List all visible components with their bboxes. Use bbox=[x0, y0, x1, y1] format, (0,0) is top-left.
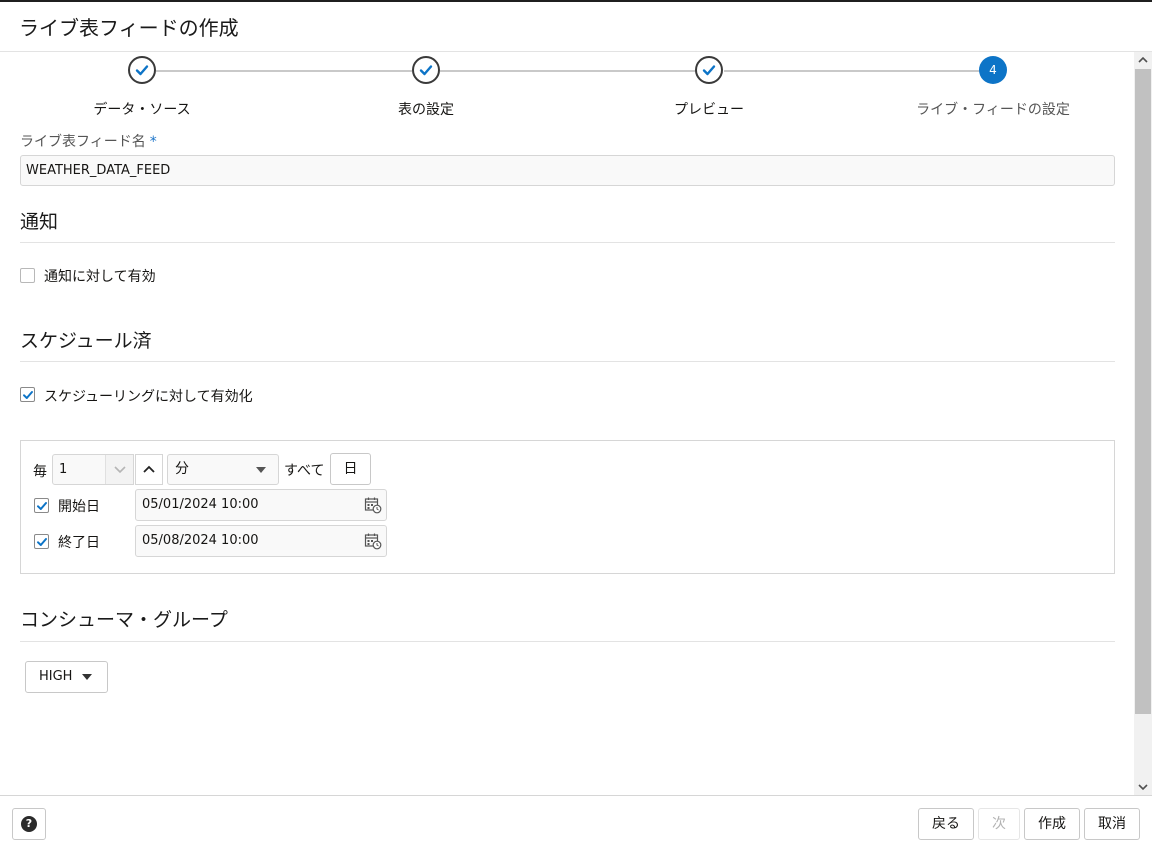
increment-button[interactable] bbox=[135, 454, 163, 485]
end-date-value: 05/08/2024 10:00 bbox=[142, 533, 259, 548]
notification-heading: 通知 bbox=[20, 211, 59, 233]
create-button[interactable]: 作成 bbox=[1024, 808, 1080, 840]
start-date-value: 05/01/2024 10:00 bbox=[142, 497, 259, 512]
check-icon bbox=[23, 391, 33, 399]
train-connector bbox=[724, 70, 980, 72]
calendar-icon[interactable] bbox=[364, 496, 382, 514]
window-top-border bbox=[0, 0, 1152, 2]
enable-scheduling-label[interactable]: スケジューリングに対して有効化 bbox=[44, 386, 253, 406]
train-connector bbox=[156, 70, 412, 72]
dialog-title: ライブ表フィードの作成 bbox=[19, 16, 239, 40]
train-step-label[interactable]: データ・ソース bbox=[32, 99, 252, 119]
consumer-group-value: HIGH bbox=[39, 669, 73, 684]
train-step-1[interactable] bbox=[128, 56, 156, 84]
required-marker: * bbox=[149, 134, 157, 150]
train-connector bbox=[440, 70, 696, 72]
check-icon bbox=[37, 502, 47, 510]
calendar-icon[interactable] bbox=[364, 532, 382, 550]
check-icon bbox=[419, 65, 433, 76]
consumer-group-heading: コンシューマ・グループ bbox=[20, 609, 228, 631]
check-icon bbox=[37, 538, 47, 546]
chevron-down-icon bbox=[113, 466, 126, 474]
check-icon bbox=[135, 65, 149, 76]
interval-unit-value: 分 bbox=[175, 461, 189, 477]
cancel-button[interactable]: 取消 bbox=[1084, 808, 1140, 840]
schedule-panel: 毎 1 分 すべて 日 開始日 05/01/2024 10:00 終了日 05/… bbox=[20, 440, 1115, 574]
footer-divider bbox=[0, 795, 1152, 796]
train-step-label[interactable]: ライブ・フィードの設定 bbox=[883, 99, 1103, 119]
feed-name-label: ライブ表フィード名 * bbox=[20, 131, 157, 151]
decrement-button[interactable] bbox=[105, 455, 133, 484]
chevron-down-icon bbox=[1138, 784, 1148, 791]
consumer-group-select[interactable]: HIGH bbox=[25, 661, 108, 693]
dialog-content: 4 データ・ソース 表の設定 プレビュー ライブ・フィードの設定 ライブ表フィー… bbox=[0, 52, 1134, 795]
section-divider bbox=[20, 641, 1115, 642]
caret-down-icon bbox=[82, 674, 92, 680]
scroll-up-button[interactable] bbox=[1134, 52, 1152, 69]
schedule-heading: スケジュール済 bbox=[20, 330, 152, 352]
end-date-input[interactable]: 05/08/2024 10:00 bbox=[135, 525, 387, 557]
feed-name-label-text: ライブ表フィード名 bbox=[20, 134, 146, 150]
enable-notification-label[interactable]: 通知に対して有効 bbox=[44, 266, 156, 286]
section-divider bbox=[20, 242, 1115, 243]
next-button[interactable]: 次 bbox=[978, 808, 1020, 840]
chevron-up-icon bbox=[143, 465, 155, 473]
train-step-label[interactable]: 表の設定 bbox=[316, 99, 536, 119]
feed-name-input[interactable] bbox=[20, 155, 1115, 186]
scroll-down-button[interactable] bbox=[1134, 778, 1152, 795]
section-divider bbox=[20, 361, 1115, 362]
start-date-label: 開始日 bbox=[58, 499, 100, 515]
check-icon bbox=[702, 65, 716, 76]
vertical-scrollbar[interactable] bbox=[1134, 52, 1152, 795]
chevron-up-icon bbox=[1138, 56, 1148, 63]
train-step-3[interactable] bbox=[695, 56, 723, 84]
train-step-2[interactable] bbox=[412, 56, 440, 84]
enable-notification-checkbox[interactable] bbox=[20, 268, 35, 283]
end-date-label: 終了日 bbox=[58, 535, 100, 551]
all-label: すべて bbox=[284, 463, 325, 479]
train-step-label[interactable]: プレビュー bbox=[599, 99, 819, 119]
help-icon: ? bbox=[21, 816, 37, 832]
end-date-checkbox[interactable] bbox=[34, 534, 49, 549]
enable-scheduling-checkbox[interactable] bbox=[20, 387, 35, 402]
help-button[interactable]: ? bbox=[12, 808, 46, 840]
start-date-input[interactable]: 05/01/2024 10:00 bbox=[135, 489, 387, 521]
start-date-checkbox[interactable] bbox=[34, 498, 49, 513]
caret-down-icon bbox=[256, 467, 266, 473]
interval-unit-select[interactable]: 分 bbox=[167, 454, 279, 485]
train-step-4[interactable]: 4 bbox=[979, 56, 1007, 84]
back-button[interactable]: 戻る bbox=[918, 808, 974, 840]
scroll-thumb[interactable] bbox=[1135, 69, 1151, 714]
day-button[interactable]: 日 bbox=[330, 453, 371, 485]
every-label: 毎 bbox=[33, 464, 47, 480]
